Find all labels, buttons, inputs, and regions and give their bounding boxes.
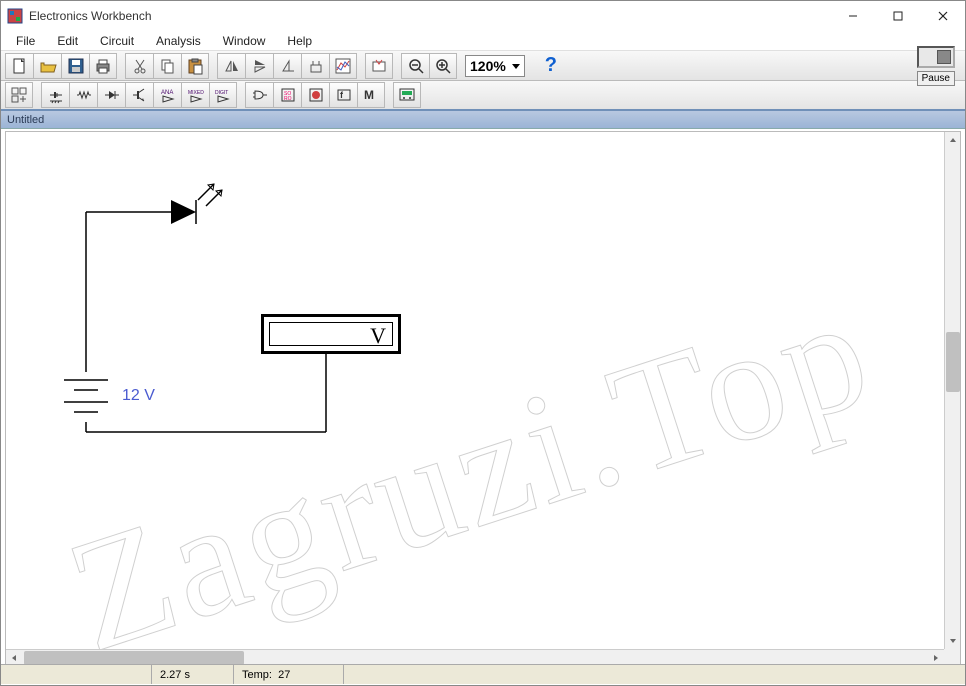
vertical-scroll-thumb[interactable] (946, 332, 960, 392)
vertical-scrollbar[interactable] (944, 132, 960, 649)
new-button[interactable] (5, 53, 33, 79)
zoom-value: 120% (470, 58, 506, 74)
circuit-canvas[interactable]: Zagruzi.Top (6, 132, 944, 649)
power-switch[interactable] (917, 46, 955, 68)
window-close-button[interactable] (920, 1, 965, 31)
instruments-button[interactable] (393, 82, 421, 108)
svg-text:MIXED: MIXED (188, 90, 204, 96)
voltmeter-instrument[interactable]: V (261, 314, 401, 354)
transistors-button[interactable] (125, 82, 153, 108)
document-titlebar: Untitled (1, 111, 965, 129)
logic-gates-button[interactable] (245, 82, 273, 108)
source-voltage-label: 12 V (122, 387, 155, 405)
save-button[interactable] (61, 53, 89, 79)
menubar: File Edit Circuit Analysis Window Help (1, 31, 965, 51)
menu-edit[interactable]: Edit (48, 32, 87, 50)
window-maximize-button[interactable] (875, 1, 920, 31)
svg-text:M: M (364, 88, 374, 102)
horizontal-scrollbar[interactable] (6, 649, 944, 665)
sources-button[interactable] (41, 82, 69, 108)
zoom-out-button[interactable] (401, 53, 429, 79)
statusbar: 2.27 s Temp: 27 (1, 664, 965, 684)
mixed-ics-button[interactable]: MIXED (181, 82, 209, 108)
svg-text:ANA: ANA (161, 90, 173, 96)
favorites-button[interactable] (5, 82, 33, 108)
scroll-down-arrow[interactable] (945, 633, 960, 649)
menu-file[interactable]: File (7, 32, 44, 50)
cut-button[interactable] (125, 53, 153, 79)
analog-ics-button[interactable]: ANA (153, 82, 181, 108)
scroll-up-arrow[interactable] (945, 132, 960, 148)
copy-button[interactable] (153, 53, 181, 79)
svg-text:DIGIT: DIGIT (215, 90, 228, 96)
graph-button[interactable] (329, 53, 357, 79)
app-icon (7, 8, 23, 24)
document-title: Untitled (7, 114, 44, 126)
document-area: Untitled Zagruzi.Top (1, 111, 965, 684)
pause-button[interactable]: Pause (917, 71, 955, 86)
menu-circuit[interactable]: Circuit (91, 32, 143, 50)
svg-text:RO: RO (284, 96, 292, 102)
menu-help[interactable]: Help (278, 32, 321, 50)
digital-ics-button[interactable]: DIGIT (209, 82, 237, 108)
status-temp-value: 27 (278, 669, 290, 681)
toolbar-main: 120% ? Pause (1, 51, 965, 81)
zoom-in-button[interactable] (429, 53, 457, 79)
basic-button[interactable] (69, 82, 97, 108)
controls-button[interactable]: f (329, 82, 357, 108)
canvas-container: Zagruzi.Top (5, 131, 961, 666)
open-button[interactable] (33, 53, 61, 79)
flip-horizontal-button[interactable] (217, 53, 245, 79)
digital-button[interactable]: SORO (273, 82, 301, 108)
window-title: Electronics Workbench (29, 9, 830, 23)
indicators-button[interactable] (301, 82, 329, 108)
horizontal-scroll-thumb[interactable] (24, 651, 244, 665)
voltmeter-label: V (370, 323, 386, 349)
svg-text:f: f (340, 90, 344, 100)
miscellaneous-button[interactable]: M (357, 82, 385, 108)
window-titlebar: Electronics Workbench (1, 1, 965, 31)
window-minimize-button[interactable] (830, 1, 875, 31)
status-temp: Temp: 27 (233, 665, 343, 684)
menu-window[interactable]: Window (214, 32, 275, 50)
component-properties-button[interactable] (365, 53, 393, 79)
help-button[interactable]: ? (537, 53, 565, 79)
status-time: 2.27 s (151, 665, 233, 684)
scrollbar-corner (944, 649, 960, 665)
diodes-button[interactable] (97, 82, 125, 108)
paste-button[interactable] (181, 53, 209, 79)
status-temp-label: Temp: (242, 669, 272, 681)
toolbar-components: ANA MIXED DIGIT SORO f M (1, 81, 965, 111)
subcircuit-button[interactable] (301, 53, 329, 79)
print-button[interactable] (89, 53, 117, 79)
rotate-button[interactable] (273, 53, 301, 79)
zoom-select[interactable]: 120% (465, 55, 525, 77)
flip-vertical-button[interactable] (245, 53, 273, 79)
menu-analysis[interactable]: Analysis (147, 32, 210, 50)
